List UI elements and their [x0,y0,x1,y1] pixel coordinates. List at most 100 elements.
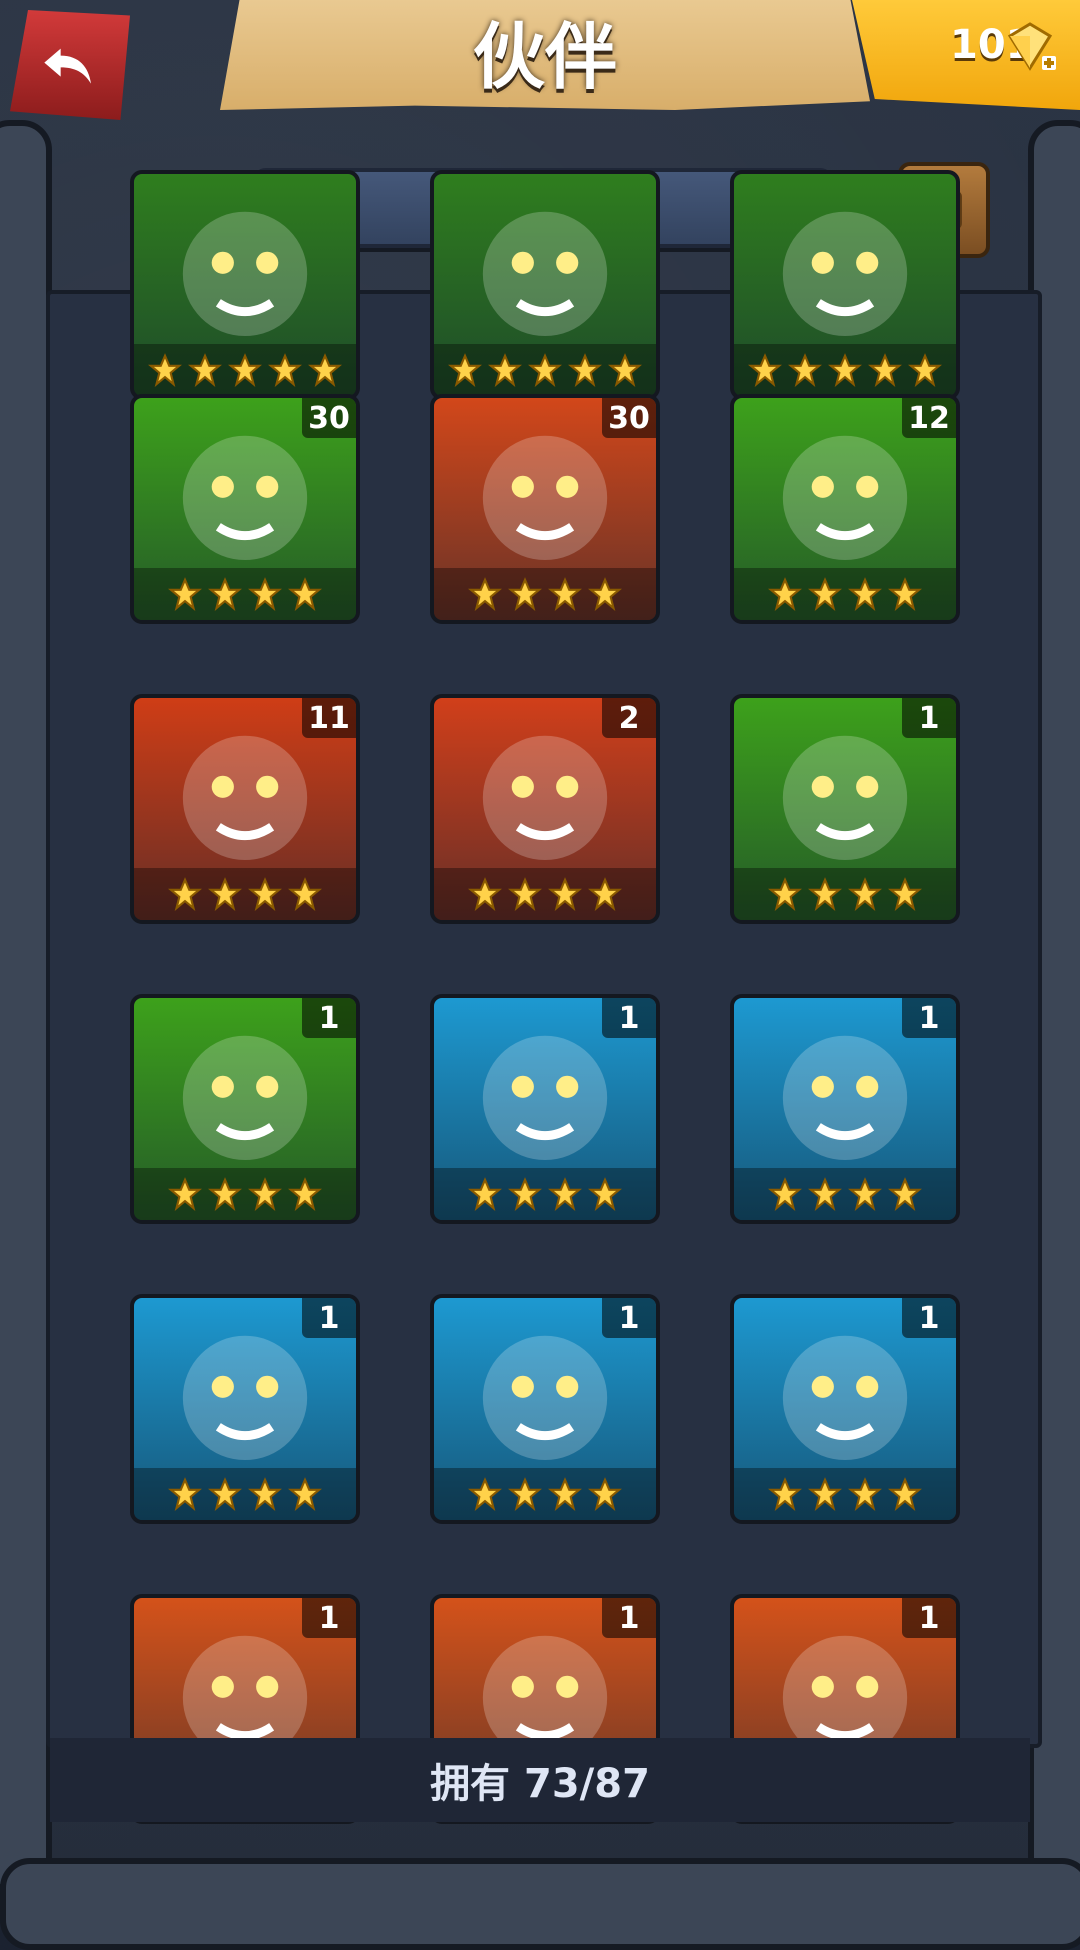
star-icon [808,1477,842,1511]
star-icon [168,1177,202,1211]
star-icon [288,577,322,611]
partner-card[interactable] [730,170,960,400]
star-icon [508,877,542,911]
partner-card[interactable]: 11 [130,694,360,924]
level-badge: 1 [902,1298,956,1338]
star-icon [288,877,322,911]
star-icon [788,353,822,387]
star-icon [588,577,622,611]
level-badge: 1 [602,1598,656,1638]
star-icon [188,353,222,387]
star-icon [508,1177,542,1211]
star-icon [168,877,202,911]
level-badge: 1 [302,1298,356,1338]
star-icon [908,353,942,387]
partner-card[interactable]: 30 [430,394,660,624]
back-button[interactable] [10,10,130,120]
star-icon [168,577,202,611]
star-rating [134,1468,356,1520]
level-badge: 1 [302,1598,356,1638]
star-icon [768,577,802,611]
star-icon [548,877,582,911]
partner-card[interactable]: 2 [430,694,660,924]
partner-card[interactable]: 12 [730,394,960,624]
star-icon [448,353,482,387]
partner-card[interactable]: 1 [130,1294,360,1524]
partner-card[interactable] [430,170,660,400]
level-badge: 1 [602,998,656,1038]
owned-footer: 拥有 73/87 [50,1738,1030,1822]
star-icon [588,1477,622,1511]
star-icon [608,353,642,387]
partner-card[interactable]: 1 [730,1294,960,1524]
star-icon [848,1177,882,1211]
partner-card[interactable]: 1 [430,1294,660,1524]
star-icon [248,877,282,911]
level-badge: 1 [302,998,356,1038]
star-icon [268,353,302,387]
level-badge: 12 [902,398,956,438]
star-icon [848,877,882,911]
star-icon [528,353,562,387]
level-badge: 1 [902,1598,956,1638]
star-icon [548,1477,582,1511]
star-icon [828,353,862,387]
star-rating [734,568,956,620]
star-rating [434,1468,656,1520]
star-rating [434,344,656,396]
star-icon [568,353,602,387]
star-icon [148,353,182,387]
bottom-rock-border [0,1858,1080,1950]
partner-card[interactable]: 1 [730,694,960,924]
star-icon [588,877,622,911]
partner-card[interactable]: 1 [130,994,360,1224]
star-icon [848,577,882,611]
star-icon [588,1177,622,1211]
star-icon [768,877,802,911]
partner-card[interactable]: 1 [730,994,960,1224]
star-icon [768,1177,802,1211]
star-icon [848,1477,882,1511]
star-rating [434,868,656,920]
star-rating [734,344,956,396]
star-icon [248,1477,282,1511]
star-icon [288,1477,322,1511]
star-rating [134,1168,356,1220]
level-badge: 30 [302,398,356,438]
star-icon [468,877,502,911]
diamond-plus-icon[interactable] [1000,18,1060,78]
star-icon [868,353,902,387]
level-badge: 1 [902,998,956,1038]
star-icon [888,577,922,611]
star-icon [548,1177,582,1211]
star-rating [734,1468,956,1520]
star-icon [308,353,342,387]
star-icon [548,577,582,611]
star-icon [248,1177,282,1211]
partner-card[interactable]: 30 [130,394,360,624]
level-badge: 2 [602,698,656,738]
star-icon [468,577,502,611]
partner-card[interactable] [130,170,360,400]
star-icon [468,1177,502,1211]
page-title: 伙伴 [472,14,617,99]
partner-card[interactable]: 1 [430,994,660,1224]
star-icon [208,577,242,611]
star-rating [734,868,956,920]
star-rating [734,1168,956,1220]
star-icon [228,353,262,387]
back-arrow-icon [44,48,91,84]
left-rock-border [0,120,52,1892]
star-icon [888,877,922,911]
star-icon [808,577,842,611]
star-icon [208,877,242,911]
star-icon [248,577,282,611]
star-icon [288,1177,322,1211]
star-rating [134,568,356,620]
star-icon [888,1177,922,1211]
star-icon [808,1177,842,1211]
star-icon [208,1177,242,1211]
level-badge: 11 [302,698,356,738]
star-icon [508,1477,542,1511]
level-badge: 1 [602,1298,656,1338]
